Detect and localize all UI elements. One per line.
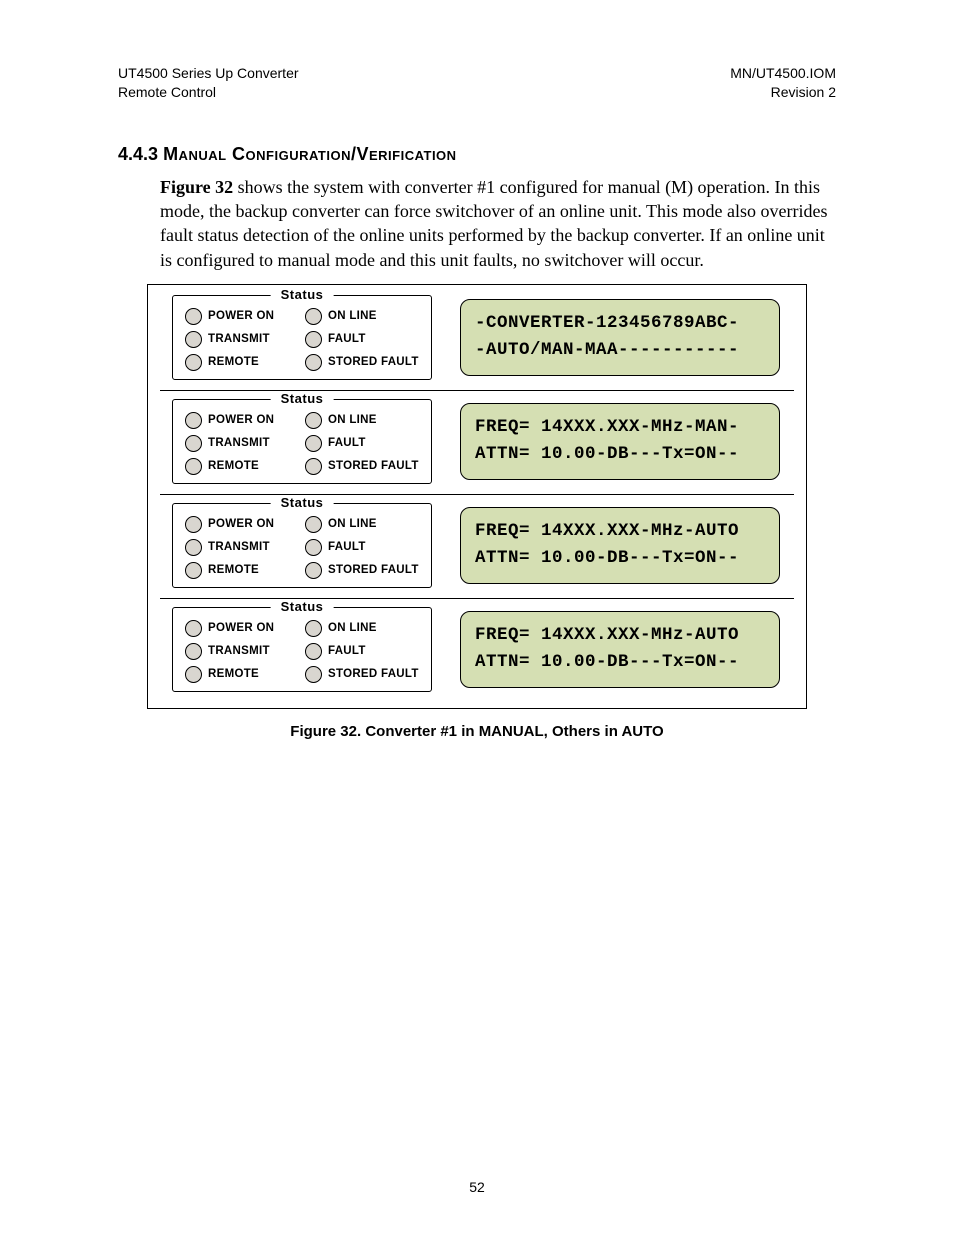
led-icon (305, 308, 322, 325)
led-power-on: POWER ON (185, 620, 299, 637)
unit-row-3: Status POWER ON ON LINE TRANSMIT FAULT R… (160, 494, 794, 598)
led-grid: POWER ON ON LINE TRANSMIT FAULT REMOTE S… (185, 308, 419, 371)
page-header: UT4500 Series Up Converter Remote Contro… (118, 64, 836, 102)
led-fault: FAULT (305, 331, 419, 348)
led-transmit: TRANSMIT (185, 539, 299, 556)
led-grid: POWER ON ON LINE TRANSMIT FAULT REMOTE S… (185, 412, 419, 475)
section-title: Manual Configuration/Verification (163, 144, 457, 164)
figure-ref: Figure 32 (160, 177, 233, 197)
status-panel: Status POWER ON ON LINE TRANSMIT FAULT R… (172, 295, 432, 380)
page-number: 52 (0, 1179, 954, 1195)
status-legend: Status (271, 287, 334, 302)
led-icon (305, 458, 322, 475)
led-transmit: TRANSMIT (185, 643, 299, 660)
unit-row-1: Status POWER ON ON LINE TRANSMIT FAULT R… (160, 291, 794, 390)
led-icon (185, 331, 202, 348)
led-icon (305, 435, 322, 452)
lcd-display-4: FREQ= 14XXX.XXX-MHz-AUTO ATTN= 10.00-DB-… (460, 611, 780, 687)
led-remote: REMOTE (185, 458, 299, 475)
status-legend: Status (271, 599, 334, 614)
led-icon (185, 562, 202, 579)
led-stored-fault: STORED FAULT (305, 458, 419, 475)
led-icon (185, 354, 202, 371)
lcd-display-3: FREQ= 14XXX.XXX-MHz-AUTO ATTN= 10.00-DB-… (460, 507, 780, 583)
status-panel: Status POWER ON ON LINE TRANSMIT FAULT R… (172, 607, 432, 692)
led-icon (305, 354, 322, 371)
status-panel: Status POWER ON ON LINE TRANSMIT FAULT R… (172, 503, 432, 588)
led-stored-fault: STORED FAULT (305, 354, 419, 371)
header-left: UT4500 Series Up Converter Remote Contro… (118, 64, 299, 102)
led-fault: FAULT (305, 539, 419, 556)
led-remote: REMOTE (185, 354, 299, 371)
page: UT4500 Series Up Converter Remote Contro… (0, 0, 954, 1235)
led-stored-fault: STORED FAULT (305, 562, 419, 579)
led-power-on: POWER ON (185, 516, 299, 533)
led-remote: REMOTE (185, 666, 299, 683)
led-icon (185, 308, 202, 325)
lcd-display-1: -CONVERTER-123456789ABC- -AUTO/MAN-MAA--… (460, 299, 780, 375)
led-power-on: POWER ON (185, 308, 299, 325)
led-icon (305, 331, 322, 348)
led-on-line: ON LINE (305, 308, 419, 325)
led-icon (305, 516, 322, 533)
figure-frame: Status POWER ON ON LINE TRANSMIT FAULT R… (147, 284, 807, 709)
header-right-line1: MN/UT4500.IOM (730, 64, 836, 83)
led-transmit: TRANSMIT (185, 435, 299, 452)
led-icon (305, 562, 322, 579)
led-transmit: TRANSMIT (185, 331, 299, 348)
led-icon (305, 643, 322, 660)
status-legend: Status (271, 391, 334, 406)
led-on-line: ON LINE (305, 412, 419, 429)
led-on-line: ON LINE (305, 620, 419, 637)
lcd-display-2: FREQ= 14XXX.XXX-MHz-MAN- ATTN= 10.00-DB-… (460, 403, 780, 479)
led-fault: FAULT (305, 643, 419, 660)
led-grid: POWER ON ON LINE TRANSMIT FAULT REMOTE S… (185, 516, 419, 579)
led-icon (305, 666, 322, 683)
led-icon (185, 620, 202, 637)
led-stored-fault: STORED FAULT (305, 666, 419, 683)
figure-caption: Figure 32. Converter #1 in MANUAL, Other… (118, 723, 836, 740)
led-icon (185, 516, 202, 533)
led-icon (185, 412, 202, 429)
section-number: 4.4.3 (118, 144, 158, 164)
header-right: MN/UT4500.IOM Revision 2 (730, 64, 836, 102)
status-legend: Status (271, 495, 334, 510)
led-icon (185, 458, 202, 475)
led-icon (185, 643, 202, 660)
section-heading: 4.4.3 Manual Configuration/Verification (118, 144, 836, 165)
body-paragraph: Figure 32 shows the system with converte… (160, 175, 836, 272)
led-icon (185, 539, 202, 556)
unit-row-4: Status POWER ON ON LINE TRANSMIT FAULT R… (160, 598, 794, 702)
unit-row-2: Status POWER ON ON LINE TRANSMIT FAULT R… (160, 390, 794, 494)
led-fault: FAULT (305, 435, 419, 452)
led-icon (305, 620, 322, 637)
led-grid: POWER ON ON LINE TRANSMIT FAULT REMOTE S… (185, 620, 419, 683)
led-icon (305, 412, 322, 429)
status-panel: Status POWER ON ON LINE TRANSMIT FAULT R… (172, 399, 432, 484)
led-icon (185, 666, 202, 683)
led-icon (305, 539, 322, 556)
led-remote: REMOTE (185, 562, 299, 579)
header-right-line2: Revision 2 (730, 83, 836, 102)
led-on-line: ON LINE (305, 516, 419, 533)
led-icon (185, 435, 202, 452)
led-power-on: POWER ON (185, 412, 299, 429)
header-left-line2: Remote Control (118, 83, 299, 102)
paragraph-rest: shows the system with converter #1 confi… (160, 177, 827, 270)
header-left-line1: UT4500 Series Up Converter (118, 64, 299, 83)
